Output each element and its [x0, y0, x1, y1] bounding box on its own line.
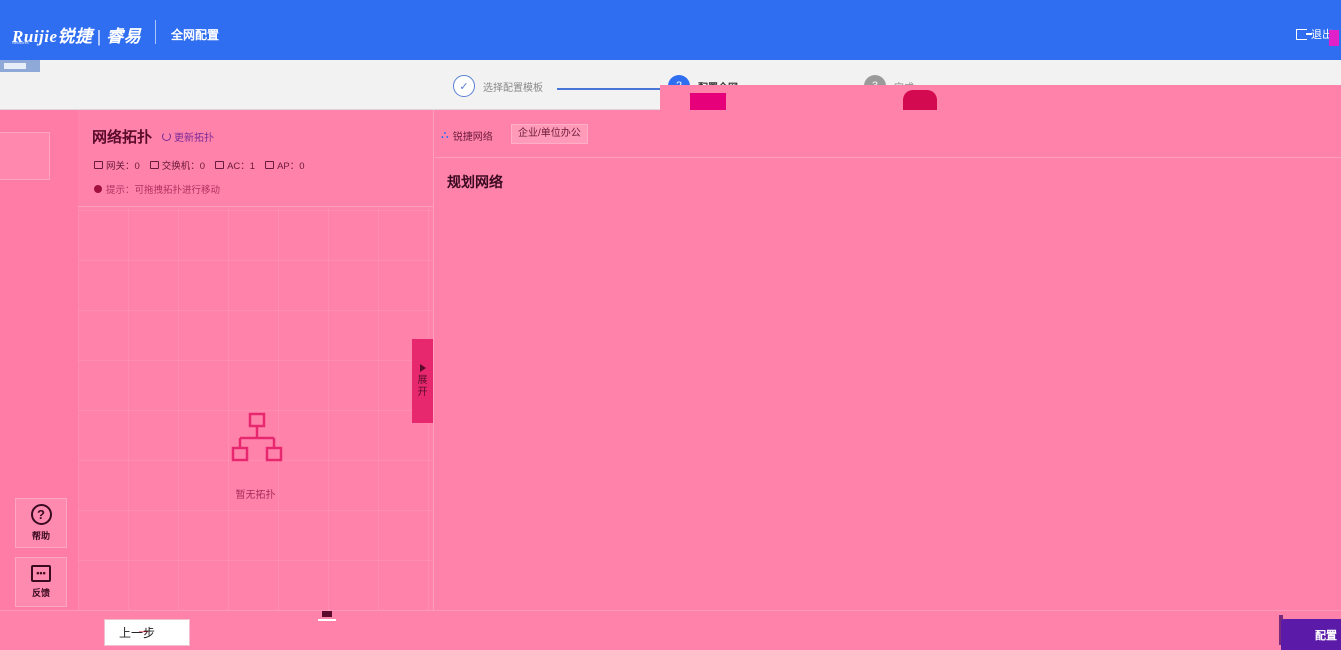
drag-handle[interactable] [322, 611, 332, 617]
ap-count: AP：0 [265, 158, 305, 172]
tip-text: 提示：可拖拽拓扑进行移动 [106, 185, 221, 196]
footer-bar: 上一步 — 配置 [0, 610, 1341, 650]
device-counts: 网关：0 交换机：0 AC：1 AP：0 [94, 158, 305, 172]
header-accent-mark [1329, 30, 1339, 46]
page-title: 全网配置 [171, 28, 220, 42]
topology-empty-icon [231, 412, 283, 462]
overlay-band [660, 85, 1341, 110]
previous-step-label: 上一步 [119, 626, 156, 640]
topology-header: 网络拓扑 更新拓扑 网关：0 交换机：0 AC：1 AP：0 提示：可拖拽拓扑进… [78, 110, 433, 207]
refresh-topology-button[interactable]: 更新拓扑 [162, 129, 214, 144]
topology-title: 网络拓扑 [92, 129, 153, 146]
count-label: 网关：0 [106, 161, 140, 172]
network-icon: ⛬ [441, 129, 449, 141]
expand-label: 开 [417, 387, 428, 398]
brand-logo: Ruijie锐捷 | 睿易 [12, 27, 142, 46]
empty-topology-text: 暂无拓扑 [235, 490, 276, 501]
step-select-template: ✓ 选择配置模板 [453, 75, 543, 97]
brand-logo-subtitle: Networks [12, 40, 29, 45]
ap-icon [265, 161, 275, 169]
expand-arrow-icon [419, 364, 426, 372]
info-icon [94, 185, 102, 193]
check-icon: ✓ [453, 75, 475, 97]
count-label: AP：0 [277, 161, 305, 172]
help-icon: ? [30, 504, 52, 525]
left-sidebar: ? 帮助 ••• 反馈 [0, 110, 78, 650]
overlay-mark [690, 93, 726, 110]
config-button[interactable]: 配置 [1281, 619, 1341, 650]
header-divider [155, 20, 156, 44]
switch-count: 交换机：0 [149, 158, 206, 172]
feedback-button[interactable]: ••• 反馈 [15, 557, 67, 607]
gateway-count: 网关：0 [94, 158, 140, 172]
collapsed-panel[interactable] [0, 132, 50, 180]
network-name: 锐捷网络 [452, 132, 493, 143]
help-button[interactable]: ? 帮助 [15, 498, 67, 548]
drag-handle-line [318, 619, 336, 621]
corner-tag [0, 60, 40, 72]
ac-icon [215, 161, 225, 169]
help-label: 帮助 [31, 531, 50, 541]
feedback-label: 反馈 [31, 588, 50, 598]
logout-icon [1296, 28, 1312, 40]
feedback-icon: ••• [31, 565, 51, 582]
logout-button[interactable]: 退出 [1296, 26, 1333, 42]
topology-panel: 网络拓扑 更新拓扑 网关：0 交换机：0 AC：1 AP：0 提示：可拖拽拓扑进… [78, 110, 434, 610]
config-header: ⛬ 锐捷网络 企业/单位办公 [435, 110, 1341, 158]
overlay-mark [903, 90, 937, 110]
expand-label: 展 [417, 375, 428, 386]
count-label: 交换机：0 [161, 161, 206, 172]
count-label: AC：1 [227, 161, 256, 172]
top-header: Ruijie锐捷 | 睿易 Networks 全网配置 退出 [0, 0, 1341, 60]
plan-network-title: 规划网络 [447, 174, 503, 190]
config-panel: ⛬ 锐捷网络 企业/单位办公 规划网络 [435, 110, 1341, 610]
scene-tag[interactable]: 企业/单位办公 [511, 124, 588, 144]
scribble-mark: — [139, 626, 148, 636]
ac-count: AC：1 [215, 158, 255, 172]
switch-icon [149, 161, 159, 169]
refresh-label: 更新拓扑 [174, 133, 214, 144]
drag-tip: 提示：可拖拽拓扑进行移动 [94, 182, 220, 196]
gateway-icon [94, 161, 103, 169]
expand-panel-button[interactable]: 展 开 [412, 339, 433, 423]
network-label: ⛬ 锐捷网络 [441, 128, 493, 143]
step-label: 选择配置模板 [483, 82, 543, 94]
step-connector [557, 88, 661, 90]
refresh-icon [162, 132, 171, 141]
previous-step-button[interactable]: 上一步 — [104, 619, 190, 646]
